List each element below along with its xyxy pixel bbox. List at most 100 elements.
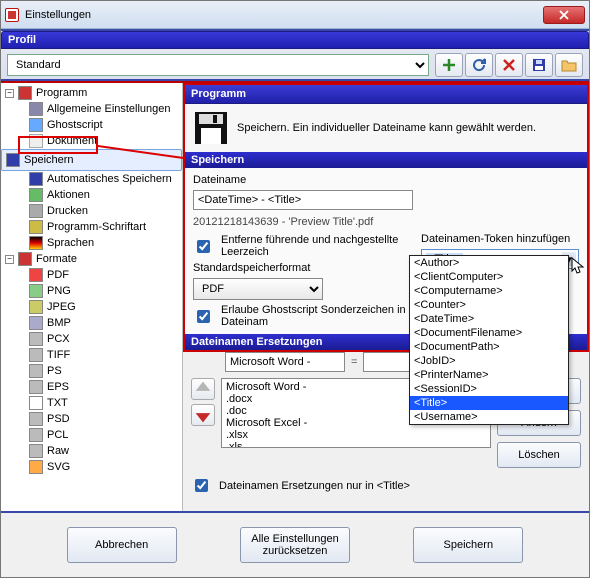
title-bar: Einstellungen <box>1 1 589 29</box>
token-label: Dateinamen-Token hinzufügen <box>421 233 579 245</box>
dateiname-input[interactable] <box>193 190 413 210</box>
token-option[interactable]: <Counter> <box>410 298 568 312</box>
jpeg-icon <box>29 300 43 314</box>
cb-gs-label[interactable]: Erlaube Ghostscript Sonderzeichen in Dat… <box>193 304 413 328</box>
nav-tree[interactable]: − Programm Allgemeine Einstellungen Ghos… <box>1 83 183 511</box>
formate-icon <box>18 252 32 266</box>
ersatz-from-input[interactable] <box>225 352 345 372</box>
tree-item-speichern[interactable]: Speichern <box>1 149 182 171</box>
profile-save-button[interactable] <box>525 53 553 77</box>
profile-open-button[interactable] <box>555 53 583 77</box>
tree-item-png[interactable]: PNG <box>1 283 182 299</box>
tree-root-programm[interactable]: − Programm <box>1 85 182 101</box>
reset-button[interactable]: Alle Einstellungen zurücksetzen <box>240 527 350 563</box>
tree-item-eps[interactable]: EPS <box>1 379 182 395</box>
pdf-icon <box>29 268 43 282</box>
speichern-header: Speichern <box>185 152 587 168</box>
floppy-icon <box>29 172 43 186</box>
delete-button[interactable]: Löschen <box>497 442 581 468</box>
txt-icon <box>29 396 43 410</box>
list-item[interactable]: .xls <box>224 441 488 448</box>
bmp-icon <box>29 316 43 330</box>
tree-item-autospeichern[interactable]: Automatisches Speichern <box>1 171 182 187</box>
window-close-button[interactable] <box>543 6 585 24</box>
move-up-button[interactable] <box>191 378 215 400</box>
ersatz-separator: = <box>351 356 357 368</box>
tree-item-ghostscript[interactable]: Ghostscript <box>1 117 182 133</box>
tree-item-drucken[interactable]: Drucken <box>1 203 182 219</box>
programm-header: Programm <box>185 85 587 104</box>
png-icon <box>29 284 43 298</box>
cb-only[interactable] <box>195 479 208 492</box>
tree-item-psd[interactable]: PSD <box>1 411 182 427</box>
save-button[interactable]: Speichern <box>413 527 523 563</box>
token-option[interactable]: <Username> <box>410 410 568 424</box>
cb-trim[interactable] <box>197 240 210 253</box>
tree-item-raw[interactable]: Raw <box>1 443 182 459</box>
app-icon <box>5 8 19 22</box>
tree-item-bmp[interactable]: BMP <box>1 315 182 331</box>
token-option[interactable]: <Title> <box>410 396 568 410</box>
token-option[interactable]: <DocumentPath> <box>410 340 568 354</box>
tree-item-sprachen[interactable]: Sprachen <box>1 235 182 251</box>
token-option[interactable]: <Computername> <box>410 284 568 298</box>
token-option[interactable]: <PrinterName> <box>410 368 568 382</box>
ps-icon <box>29 364 43 378</box>
profile-add-button[interactable] <box>435 53 463 77</box>
eps-icon <box>29 380 43 394</box>
tree-item-allgemeine[interactable]: Allgemeine Einstellungen <box>1 101 182 117</box>
document-icon <box>29 134 43 148</box>
collapse-icon[interactable]: − <box>5 255 14 264</box>
gear-icon <box>29 188 43 202</box>
raw-icon <box>29 444 43 458</box>
format-select[interactable]: PDF <box>193 278 323 300</box>
profile-select[interactable]: Standard <box>7 54 429 76</box>
profile-header: Profil <box>1 31 589 49</box>
token-option[interactable]: <DocumentFilename> <box>410 326 568 340</box>
dateiname-preview: 20121218143639 - 'Preview Title'.pdf <box>193 214 413 230</box>
tree-item-tiff[interactable]: TIFF <box>1 347 182 363</box>
programm-description: Speichern. Ein individueller Dateiname k… <box>237 122 536 134</box>
printer-icon <box>29 204 43 218</box>
tree-item-schriftart[interactable]: Programm-Schriftart <box>1 219 182 235</box>
font-icon <box>29 220 43 234</box>
tree-item-txt[interactable]: TXT <box>1 395 182 411</box>
tree-item-dokument[interactable]: Dokument <box>1 133 182 149</box>
profile-delete-button[interactable] <box>495 53 523 77</box>
token-option[interactable]: <Author> <box>410 256 568 270</box>
move-down-button[interactable] <box>191 404 215 426</box>
tree-root-formate[interactable]: − Formate <box>1 251 182 267</box>
window-title: Einstellungen <box>25 9 543 21</box>
cb-trim-label[interactable]: Entferne führende und nachgestellte Leer… <box>193 234 413 258</box>
tree-item-jpeg[interactable]: JPEG <box>1 299 182 315</box>
floppy-icon <box>6 153 20 167</box>
tree-item-pdf[interactable]: PDF <box>1 267 182 283</box>
tree-item-aktionen[interactable]: Aktionen <box>1 187 182 203</box>
tree-item-pcl[interactable]: PCL <box>1 427 182 443</box>
cb-only-label[interactable]: Dateinamen Ersetzungen nur in <Title> <box>183 472 589 503</box>
token-option[interactable]: <ClientComputer> <box>410 270 568 284</box>
tiff-icon <box>29 348 43 362</box>
token-option[interactable]: <JobID> <box>410 354 568 368</box>
dateiname-label: Dateiname <box>193 174 413 186</box>
psd-icon <box>29 412 43 426</box>
pcx-icon <box>29 332 43 346</box>
list-item[interactable]: .xlsx <box>224 429 488 441</box>
profile-refresh-button[interactable] <box>465 53 493 77</box>
ghostscript-icon <box>29 118 43 132</box>
pcl-icon <box>29 428 43 442</box>
programm-icon <box>18 86 32 100</box>
collapse-icon[interactable]: − <box>5 89 14 98</box>
svg-icon <box>29 460 43 474</box>
token-dropdown[interactable]: <Author> <ClientComputer> <Computername>… <box>409 255 569 425</box>
tree-item-svg[interactable]: SVG <box>1 459 182 475</box>
token-option[interactable]: <SessionID> <box>410 382 568 396</box>
format-label: Standardspeicherformat <box>193 262 413 274</box>
floppy-large-icon <box>193 110 229 146</box>
cb-gs[interactable] <box>197 310 210 323</box>
cancel-button[interactable]: Abbrechen <box>67 527 177 563</box>
flag-icon <box>29 236 43 250</box>
tree-item-ps[interactable]: PS <box>1 363 182 379</box>
token-option[interactable]: <DateTime> <box>410 312 568 326</box>
tree-item-pcx[interactable]: PCX <box>1 331 182 347</box>
